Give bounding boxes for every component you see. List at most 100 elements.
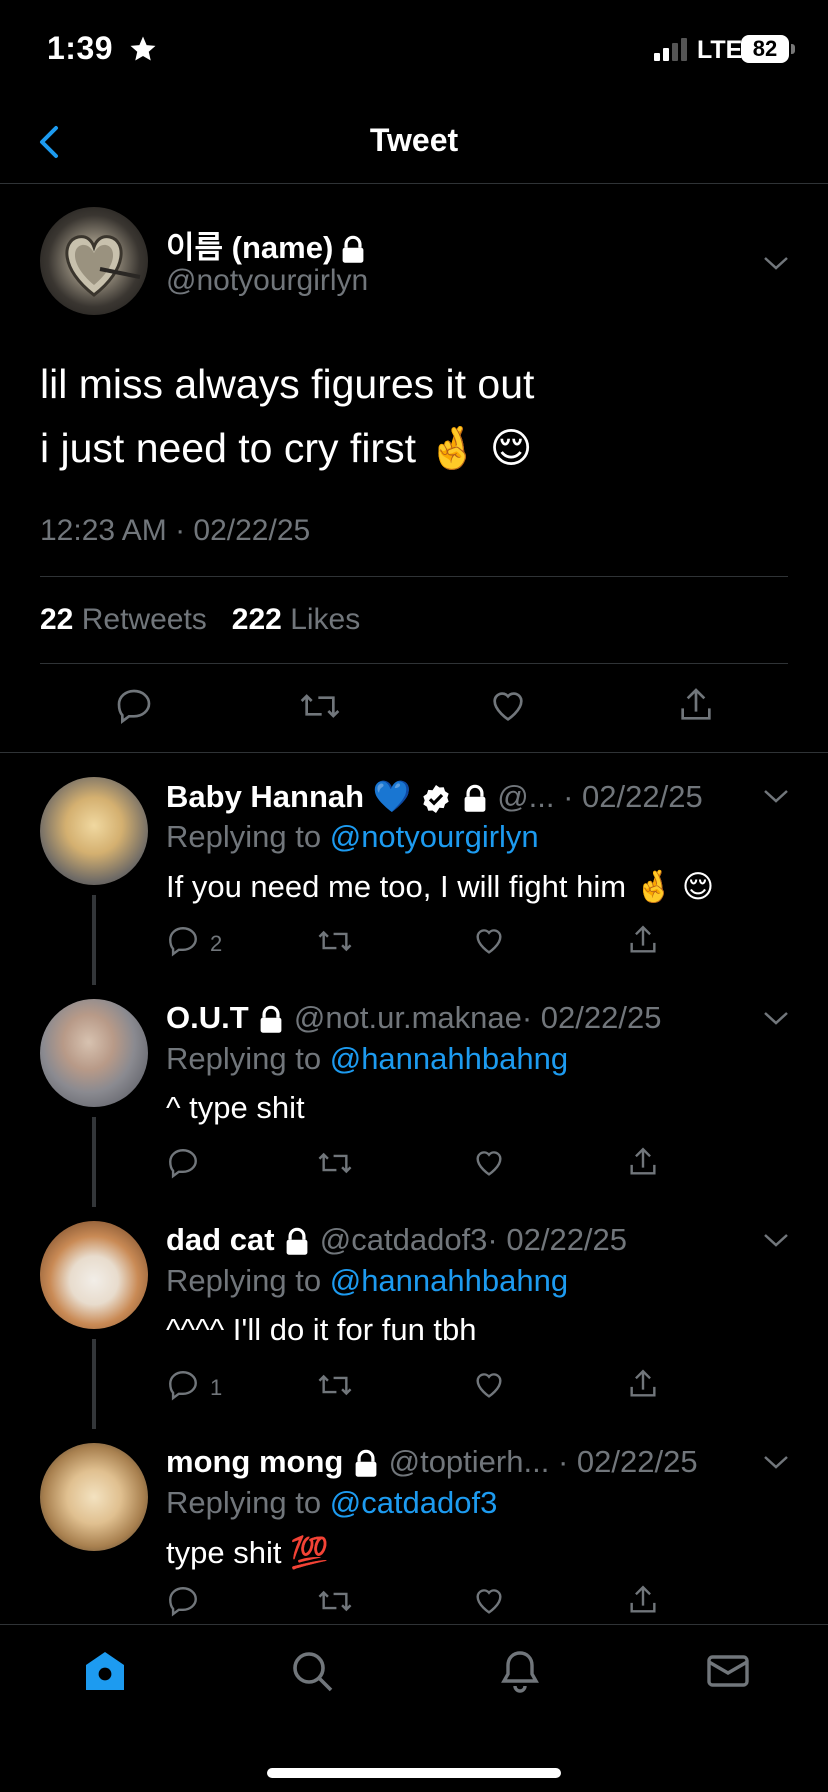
- avatar[interactable]: [40, 1443, 148, 1551]
- replying-to-label: Replying to: [166, 1041, 322, 1076]
- replying-to: Replying to @notyourgirlyn: [166, 819, 539, 855]
- reply-action-bar: [166, 1144, 686, 1184]
- reply-date: · 02/22/25: [557, 1444, 698, 1479]
- retweets-label[interactable]: Retweets: [82, 603, 207, 636]
- reply-author-name[interactable]: mong mong: [166, 1444, 343, 1479]
- reply-icon[interactable]: [166, 1368, 200, 1402]
- replying-to-mention[interactable]: @hannahhbahng: [330, 1041, 568, 1076]
- search-icon[interactable]: [288, 1647, 336, 1695]
- avatar[interactable]: [40, 777, 148, 885]
- reply-header: dad cat @catdadof3· 02/22/25: [166, 1222, 766, 1258]
- heart-icon[interactable]: [472, 1146, 506, 1180]
- author-avatar[interactable]: [40, 207, 148, 315]
- avatar[interactable]: [40, 999, 148, 1107]
- chevron-down-icon[interactable]: [762, 787, 790, 805]
- author-name-row[interactable]: 이름 (name): [166, 222, 367, 267]
- heart-icon[interactable]: [472, 1368, 506, 1402]
- reply-icon[interactable]: [166, 1146, 200, 1180]
- retweet-icon[interactable]: [316, 1584, 354, 1618]
- reply-text: type shit 💯: [166, 1535, 329, 1570]
- reply-item[interactable]: dad cat @catdadof3· 02/22/25 Replying to…: [0, 1206, 828, 1429]
- reply-author-handle[interactable]: @catdadof3: [320, 1222, 488, 1257]
- reply-text: ^^^^ I'll do it for fun tbh: [166, 1312, 477, 1347]
- reply-author-name[interactable]: dad cat: [166, 1222, 275, 1257]
- author-name: 이름 (name): [166, 230, 334, 265]
- reply-count: 1: [210, 1375, 223, 1400]
- reply-action-bar: [166, 1582, 686, 1622]
- tab-bar: [0, 1624, 828, 1792]
- divider: [40, 663, 788, 664]
- reply-item[interactable]: Baby Hannah 💙 @... · 02/22/25 Replying t…: [0, 762, 828, 985]
- reply-count: 2: [210, 931, 223, 956]
- retweet-icon[interactable]: [316, 1368, 354, 1402]
- page-title: Tweet: [369, 122, 459, 158]
- share-icon[interactable]: [626, 922, 660, 958]
- heart-icon[interactable]: [472, 1584, 506, 1618]
- replying-to-label: Replying to: [166, 819, 322, 854]
- avatar[interactable]: [40, 1221, 148, 1329]
- battery-indicator: 82: [741, 35, 789, 63]
- retweet-icon[interactable]: [298, 686, 342, 726]
- reply-text: ^ type shit: [166, 1090, 305, 1125]
- lock-icon: [260, 1005, 282, 1033]
- reply-action-bar: 1: [166, 1366, 686, 1406]
- heart-icon[interactable]: [472, 924, 506, 958]
- mail-icon[interactable]: [704, 1647, 752, 1695]
- home-icon[interactable]: [81, 1647, 129, 1695]
- reply-author-handle[interactable]: @...: [497, 779, 554, 814]
- reply-author-name[interactable]: Baby Hannah 💙: [166, 779, 411, 814]
- replying-to-label: Replying to: [166, 1485, 322, 1520]
- home-indicator: [267, 1768, 561, 1778]
- heart-icon[interactable]: [488, 686, 528, 726]
- status-bar: 1:39 LTE 82: [0, 0, 828, 100]
- lock-icon: [286, 1227, 308, 1255]
- reply-author-name[interactable]: O.U.T: [166, 1000, 249, 1035]
- share-icon[interactable]: [676, 684, 716, 726]
- divider: [40, 576, 788, 577]
- chevron-down-icon[interactable]: [762, 1231, 790, 1249]
- tweet-action-bar: [0, 678, 828, 738]
- replying-to-mention[interactable]: @hannahhbahng: [330, 1263, 568, 1298]
- heart-locket-image: [65, 235, 141, 297]
- retweets-count[interactable]: 22: [40, 603, 73, 636]
- header: Tweet: [0, 100, 828, 184]
- replying-to: Replying to @catdadof3: [166, 1485, 497, 1521]
- chevron-down-icon[interactable]: [762, 1009, 790, 1027]
- tweet-text: lil miss always figures it out i just ne…: [40, 361, 535, 471]
- battery-tip: [791, 44, 795, 54]
- thread-line: [92, 895, 96, 985]
- likes-count[interactable]: 222: [232, 603, 282, 636]
- tweet-timestamp: 12:23 AM · 02/22/25: [40, 514, 311, 547]
- chevron-down-icon[interactable]: [762, 254, 790, 272]
- reply-date: · 02/22/25: [487, 1222, 628, 1257]
- replying-to-mention[interactable]: @notyourgirlyn: [330, 819, 539, 854]
- reply-author-handle[interactable]: @toptierh...: [389, 1444, 550, 1479]
- reply-author-handle[interactable]: @not.ur.maknae: [294, 1000, 522, 1035]
- reply-text: If you need me too, I will fight him 🤞 😌: [166, 869, 715, 904]
- retweet-icon[interactable]: [316, 1146, 354, 1180]
- replying-to-mention[interactable]: @catdadof3: [330, 1485, 498, 1520]
- thread-line: [92, 1339, 96, 1429]
- divider: [0, 752, 828, 753]
- reply-item[interactable]: mong mong @toptierh... · 02/22/25 Replyi…: [0, 1428, 828, 1620]
- share-icon[interactable]: [626, 1366, 660, 1402]
- thread-line: [92, 1117, 96, 1207]
- replying-to: Replying to @hannahhbahng: [166, 1263, 568, 1299]
- reply-date: · 02/22/25: [563, 779, 703, 814]
- share-icon[interactable]: [626, 1582, 660, 1618]
- reply-icon[interactable]: [166, 1584, 200, 1618]
- lock-icon: [355, 1449, 377, 1477]
- retweet-icon[interactable]: [316, 924, 354, 958]
- reply-item[interactable]: O.U.T @not.ur.maknae· 02/22/25 Replying …: [0, 984, 828, 1207]
- reply-icon[interactable]: [166, 924, 200, 958]
- author-handle[interactable]: @notyourgirlyn: [166, 264, 368, 298]
- share-icon[interactable]: [626, 1144, 660, 1180]
- reply-icon[interactable]: [114, 686, 154, 726]
- network-label: LTE: [697, 36, 743, 64]
- likes-label[interactable]: Likes: [290, 603, 360, 636]
- reply-action-bar: 2: [166, 922, 686, 962]
- bell-icon[interactable]: [496, 1647, 544, 1695]
- chevron-down-icon[interactable]: [762, 1453, 790, 1471]
- replying-to-label: Replying to: [166, 1263, 322, 1298]
- reply-header: mong mong @toptierh... · 02/22/25: [166, 1444, 766, 1480]
